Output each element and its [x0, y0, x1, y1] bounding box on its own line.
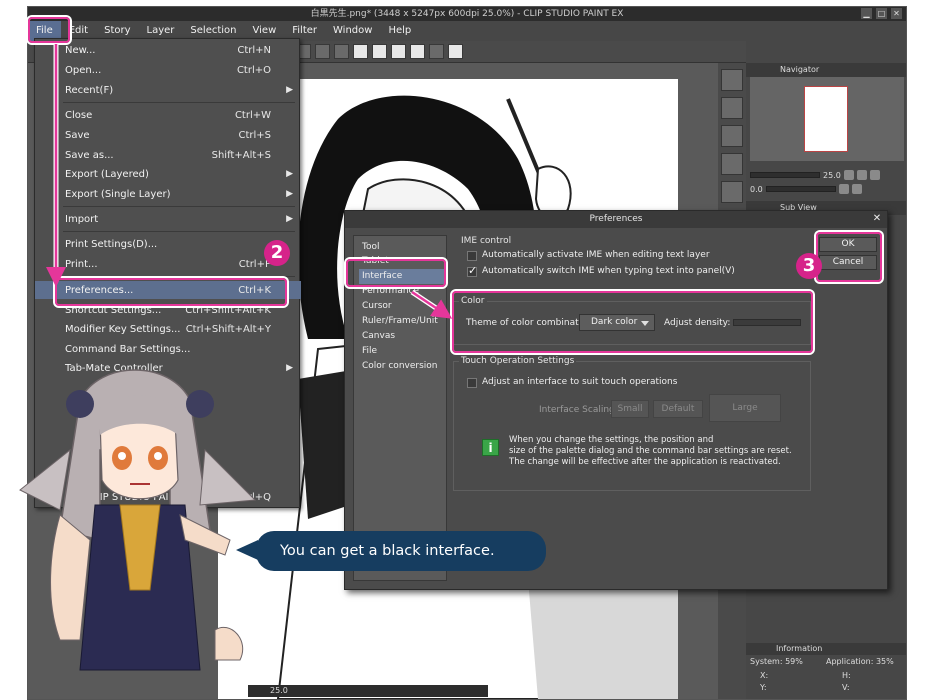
menu-item-export-single[interactable]: Export (Single Layer) ▶: [35, 185, 301, 203]
ime-activate-checkbox[interactable]: [467, 251, 477, 261]
scaling-default-button[interactable]: Default: [653, 400, 703, 418]
navigator-zoom-row: 25.0: [750, 169, 904, 181]
category-cursor[interactable]: Cursor: [359, 299, 445, 314]
menu-item-export-layered[interactable]: Export (Layered) ▶: [35, 165, 301, 183]
submenu-arrow-icon: ▶: [286, 189, 293, 199]
minimize-icon[interactable]: ▁: [861, 8, 872, 19]
speech-bubble: You can get a black interface.: [256, 531, 546, 571]
menu-separator: [63, 102, 295, 103]
rotation-value: 0.0: [750, 184, 763, 194]
mascot-character: [19, 369, 257, 671]
category-canvas[interactable]: Canvas: [359, 329, 445, 344]
file-menu-callout: [28, 17, 70, 43]
zoom-value: 25.0: [823, 170, 841, 180]
window-title: 白黒先生.png* (3448 x 5247px 600dpi 25.0%) -…: [310, 9, 624, 19]
dock-button[interactable]: [721, 125, 743, 147]
category-tool[interactable]: Tool: [359, 240, 445, 255]
rotate-left-icon[interactable]: [838, 184, 849, 194]
application-usage: Application: 35%: [826, 657, 894, 666]
touch-group-label: Touch Operation Settings: [459, 356, 577, 366]
submenu-arrow-icon: ▶: [286, 85, 293, 95]
note-line-2: size of the palette dialog and the comma…: [509, 446, 792, 456]
navigator-tab[interactable]: Navigator: [746, 63, 906, 77]
submenu-arrow-icon: ▶: [286, 169, 293, 179]
y-label: Y:: [760, 683, 767, 692]
x-label: X:: [760, 671, 769, 680]
scaling-label: Interface Scaling:: [539, 405, 618, 415]
zoom-in-icon[interactable]: [856, 170, 867, 180]
ime-group-label: IME control: [459, 236, 514, 246]
special-ruler-icon[interactable]: [391, 44, 406, 59]
command-bar-icons: [296, 44, 463, 59]
interface-callout: [346, 259, 446, 287]
dialog-title: Preferences: [345, 211, 887, 228]
menu-separator: [63, 276, 295, 277]
color-callout: [452, 291, 813, 353]
menu-item-print-settings[interactable]: Print Settings(D)...: [35, 235, 301, 253]
menu-item-save-as[interactable]: Save as... Shift+Alt+S: [35, 146, 301, 164]
navigator-thumbnail: [804, 86, 848, 152]
workspace-icon[interactable]: [429, 44, 444, 59]
close-icon[interactable]: ✕: [871, 213, 883, 225]
transform-icon[interactable]: [334, 44, 349, 59]
menu-item-print[interactable]: Print... Ctrl+P: [35, 255, 301, 273]
category-color-conversion[interactable]: Color conversion: [359, 359, 445, 374]
erase-icon[interactable]: [315, 44, 330, 59]
menu-item-open[interactable]: Open... Ctrl+O: [35, 61, 301, 79]
touch-adjust-checkbox[interactable]: [467, 378, 477, 388]
ruler-snap-icon[interactable]: [372, 44, 387, 59]
ime-switch-label: Automatically switch IME when typing tex…: [482, 266, 735, 276]
menu-item-import[interactable]: Import ▶: [35, 210, 301, 228]
window-controls: ▁ □ ✕: [861, 8, 902, 19]
grid-snap-icon[interactable]: [410, 44, 425, 59]
menu-separator: [63, 231, 295, 232]
step-2-badge: 2: [264, 240, 290, 266]
navigator-preview[interactable]: [750, 77, 904, 161]
dock-button[interactable]: [721, 153, 743, 175]
ok-cancel-callout: [816, 232, 882, 282]
dock-button[interactable]: [721, 69, 743, 91]
menu-item-recent[interactable]: Recent(F) ▶: [35, 81, 301, 99]
scaling-large-button[interactable]: Large: [709, 394, 781, 422]
info-icon: i: [482, 439, 499, 456]
category-file[interactable]: File: [359, 344, 445, 359]
ime-switch-checkbox[interactable]: [467, 264, 477, 277]
category-ruler-frame-unit[interactable]: Ruler/Frame/Unit: [359, 314, 445, 329]
scaling-small-button[interactable]: Small: [611, 400, 649, 418]
menu-item-modifier-key[interactable]: Modifier Key Settings... Ctrl+Shift+Alt+Y: [35, 320, 301, 338]
speech-bubble-tail: [236, 540, 258, 560]
touch-adjust-label: Adjust an interface to suit touch operat…: [482, 377, 678, 387]
fit-icon[interactable]: [869, 170, 880, 180]
title-bar: 白黒先生.png* (3448 x 5247px 600dpi 25.0%) -…: [28, 7, 906, 21]
submenu-arrow-icon: ▶: [286, 214, 293, 224]
preferences-callout: [55, 278, 287, 306]
note-line-1: When you change the settings, the positi…: [509, 435, 714, 445]
rotate-slider[interactable]: [765, 186, 836, 192]
dock-button[interactable]: [721, 97, 743, 119]
zoom-slider[interactable]: [750, 172, 820, 178]
zoom-out-icon[interactable]: [843, 170, 854, 180]
menu-item-save[interactable]: Save Ctrl+S: [35, 126, 301, 144]
menu-window[interactable]: Window: [325, 21, 380, 41]
menu-separator: [63, 206, 295, 207]
note-line-3: The change will be effective after the a…: [509, 457, 781, 467]
close-icon[interactable]: ✕: [891, 8, 902, 19]
h-label: H:: [842, 671, 851, 680]
menu-help[interactable]: Help: [380, 21, 419, 41]
select-all-icon[interactable]: [353, 44, 368, 59]
system-usage: System: 59%: [750, 657, 803, 666]
restore-icon[interactable]: □: [876, 8, 887, 19]
ime-activate-label: Automatically activate IME when editing …: [482, 250, 710, 260]
step-3-badge: 3: [796, 253, 822, 279]
dock-button[interactable]: [721, 181, 743, 203]
menu-item-new[interactable]: New... Ctrl+N: [35, 41, 301, 59]
menu-item-close[interactable]: Close Ctrl+W: [35, 106, 301, 124]
v-label: V:: [842, 683, 850, 692]
information-tab[interactable]: Information: [746, 643, 906, 655]
navigator-rotate-row: 0.0: [750, 183, 904, 195]
help-icon[interactable]: [448, 44, 463, 59]
rotate-right-icon[interactable]: [851, 184, 862, 194]
